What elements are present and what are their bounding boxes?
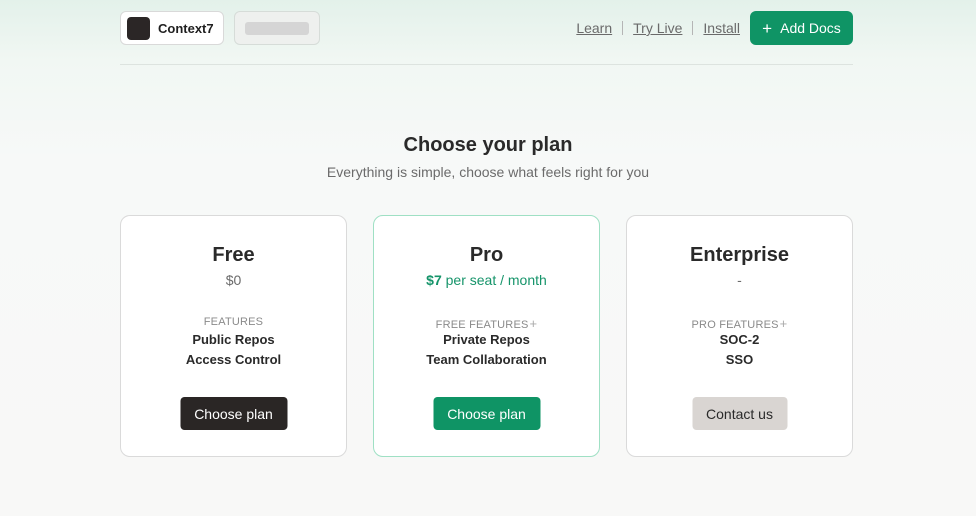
plan-name: Free xyxy=(212,244,255,266)
header-left: Context7 xyxy=(120,11,320,45)
plus-icon: + xyxy=(529,316,538,331)
header-nav: Learn Try Live Install + Add Docs xyxy=(576,11,853,45)
plan-price: - xyxy=(737,272,742,288)
nav-separator xyxy=(622,21,624,35)
plan-card-enterprise: Enterprise - PRO FEATURES+ SOC-2 SSO Con… xyxy=(626,215,853,457)
plan-card-free: Free $0 FEATURES Public Repos Access Con… xyxy=(120,215,347,457)
feature-item: Public Repos xyxy=(192,332,275,347)
logo-text: Context7 xyxy=(158,20,214,36)
add-docs-label: Add Docs xyxy=(780,20,841,36)
choose-plan-pro-button[interactable]: Choose plan xyxy=(433,397,540,430)
page-subtitle: Everything is simple, choose what feels … xyxy=(326,164,650,180)
loading-placeholder xyxy=(234,11,320,45)
plan-price: $0 xyxy=(225,272,242,288)
features-label: PRO FEATURES+ xyxy=(627,316,852,331)
plan-card-pro: Pro $7 per seat / month FREE FEATURES+ P… xyxy=(373,215,600,457)
plan-price-amount: $7 xyxy=(426,272,442,288)
nav-link-try-live[interactable]: Try Live xyxy=(633,20,682,36)
choose-plan-free-button[interactable]: Choose plan xyxy=(180,397,287,430)
feature-item: SSO xyxy=(725,352,754,367)
loading-skeleton-bar xyxy=(245,21,309,35)
page-title: Choose your plan xyxy=(403,134,573,156)
feature-item: Private Repos xyxy=(443,332,530,347)
feature-item: SOC-2 xyxy=(719,332,760,347)
nav-separator xyxy=(692,21,694,35)
feature-item: Access Control xyxy=(185,352,282,367)
features-label-text: PRO FEATURES xyxy=(691,319,779,331)
features-label: FEATURES xyxy=(121,316,346,328)
header-divider xyxy=(120,64,853,65)
nav-link-learn[interactable]: Learn xyxy=(576,20,612,36)
top-header: Context7 Learn Try Live Install + Add Do… xyxy=(120,11,853,45)
features-label: FREE FEATURES+ xyxy=(374,316,599,331)
features-label-text: FEATURES xyxy=(203,316,264,328)
plan-price-suffix: per seat / month xyxy=(441,272,547,288)
plus-icon: + xyxy=(762,18,773,38)
contact-us-button[interactable]: Contact us xyxy=(692,397,787,430)
plan-price: $7 per seat / month xyxy=(374,272,599,288)
plus-icon: + xyxy=(779,316,788,331)
plan-name: Pro xyxy=(469,244,504,266)
features-label-text: FREE FEATURES xyxy=(435,319,529,331)
feature-item: Team Collaboration xyxy=(426,352,547,367)
plan-name: Enterprise xyxy=(690,244,789,266)
logo-mark-icon xyxy=(127,16,150,40)
logo[interactable]: Context7 xyxy=(120,11,224,45)
nav-link-install[interactable]: Install xyxy=(703,20,740,36)
add-docs-button[interactable]: + Add Docs xyxy=(750,11,853,45)
